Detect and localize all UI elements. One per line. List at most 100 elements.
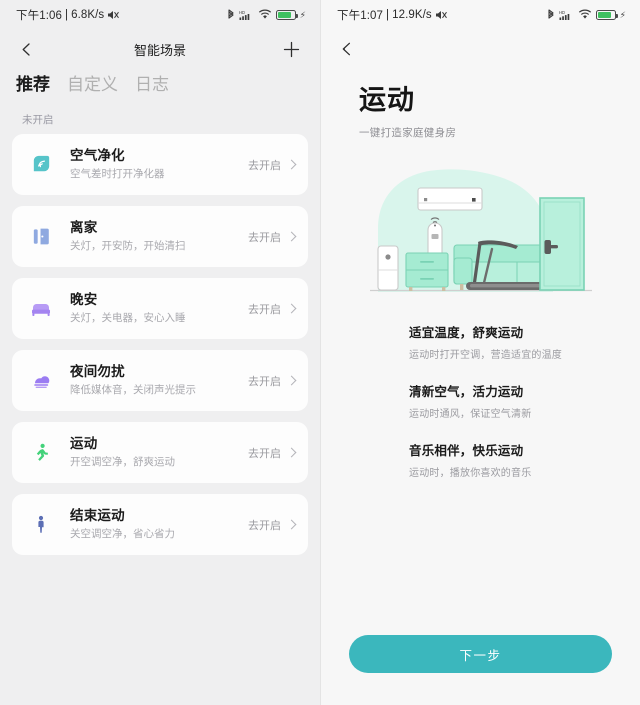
- detail-title: 运动: [359, 85, 415, 115]
- exercise-scene-detail-screen: 下午1:07 | 12.9K/s HD ⚡ 运动 一键打造家庭健身房 适宜温度，…: [320, 0, 640, 705]
- status-bar-left: 下午1:06 | 6.8K/s HD ⚡: [0, 0, 320, 30]
- scene-title: 晚安: [70, 292, 98, 308]
- feature-list: 适宜温度，舒爽运动 运动时打开空调，营造适宜的温度 清新空气，活力运动 运动时通…: [409, 300, 640, 479]
- scene-subtitle: 降低媒体音，关闭声光提示: [70, 384, 196, 397]
- scene-subtitle: 开空调空净，舒爽运动: [70, 456, 175, 469]
- scene-subtitle: 关灯，关电器，安心入睡: [70, 312, 186, 325]
- feature-item: 音乐相伴，快乐运动 运动时，播放你喜欢的音乐: [409, 440, 640, 479]
- scene-action-label: 去开启: [248, 447, 281, 460]
- moon-cloud-icon: [12, 369, 70, 393]
- battery-charging-icon: [595, 10, 618, 20]
- feature-desc: 运动时打开空调，营造适宜的温度: [409, 349, 562, 361]
- plus-icon: [283, 41, 299, 57]
- scene-enable-action[interactable]: 去开启: [248, 157, 297, 173]
- scene-subtitle: 关灯，开安防，开始清扫: [70, 240, 186, 253]
- chevron-right-icon: [286, 303, 297, 314]
- detail-subtitle: 一键打造家庭健身房: [359, 126, 457, 139]
- hd-signal-icon: HD: [559, 10, 569, 20]
- status-bar-right: 下午1:07 | 12.9K/s HD ⚡: [321, 0, 640, 30]
- status-netspeed: 6.8K/s: [71, 9, 105, 21]
- chevron-right-icon: [286, 519, 297, 530]
- scene-enable-action[interactable]: 去开启: [248, 229, 297, 245]
- scene-card-air-purification[interactable]: 空气净化 空气差时打开净化器 去开启: [12, 134, 308, 195]
- add-scene-button[interactable]: [276, 34, 306, 64]
- scene-card-exercise[interactable]: 运动 开空调空净，舒爽运动 去开启: [12, 422, 308, 483]
- scene-title: 结束运动: [70, 508, 125, 524]
- feature-title: 清新空气，活力运动: [409, 384, 524, 399]
- tab-bar: 推荐 自定义 日志: [0, 68, 320, 102]
- scene-list: 空气净化 空气差时打开净化器 去开启 离家 关灯，开安防，开始清扫 去开启 晚安…: [0, 134, 320, 705]
- scene-enable-action[interactable]: 去开启: [248, 517, 297, 533]
- scene-action-label: 去开启: [248, 519, 281, 532]
- scene-subtitle: 关空调空净，省心省力: [70, 528, 175, 541]
- tab-recommended[interactable]: 推荐: [16, 76, 50, 93]
- back-button-right[interactable]: [335, 34, 365, 64]
- bottom-action-bar: 下一步: [321, 635, 640, 705]
- section-header-not-enabled: 未开启: [22, 114, 54, 126]
- mute-icon: [108, 11, 120, 19]
- standing-person-icon: [12, 513, 70, 537]
- scene-text: 运动 开空调空净，舒爽运动: [70, 436, 248, 468]
- battery-charging-icon: [275, 10, 298, 20]
- chevron-right-icon: [286, 447, 297, 458]
- scene-title: 空气净化: [70, 148, 125, 164]
- scene-text: 晚安 关灯，关电器，安心入睡: [70, 292, 248, 324]
- scene-subtitle: 空气差时打开净化器: [70, 168, 165, 181]
- app-bar-right: [321, 30, 640, 68]
- scene-card-end-exercise[interactable]: 结束运动 关空调空净，省心省力 去开启: [12, 494, 308, 555]
- status-separator: |: [64, 9, 69, 21]
- app-bar-left: 智能场景: [0, 30, 320, 68]
- status-time: 下午1:07: [337, 10, 383, 22]
- scene-enable-action[interactable]: 去开启: [248, 445, 297, 461]
- feature-item: 适宜温度，舒爽运动 运动时打开空调，营造适宜的温度: [409, 322, 640, 361]
- list-bottom-space: [12, 566, 308, 705]
- charging-bolt-icon: ⚡: [299, 9, 306, 20]
- smart-scenes-screen: 下午1:06 | 6.8K/s HD ⚡ 智能场景 推荐 自定义 日志 未开启 …: [0, 0, 320, 705]
- scene-text: 离家 关灯，开安防，开始清扫: [70, 220, 248, 252]
- running-person-icon: [12, 441, 70, 465]
- status-bar-right-text: 下午1:07 | 12.9K/s: [337, 7, 448, 23]
- tab-custom[interactable]: 自定义: [67, 76, 118, 93]
- mute-icon: [435, 11, 447, 19]
- scene-card-night-dnd[interactable]: 夜间勿扰 降低媒体音，关闭声光提示 去开启: [12, 350, 308, 411]
- scene-card-leaving-home[interactable]: 离家 关灯，开安防，开始清扫 去开启: [12, 206, 308, 267]
- scene-action-label: 去开启: [248, 231, 281, 244]
- scene-action-label: 去开启: [248, 303, 281, 316]
- feature-desc: 运动时，播放你喜欢的音乐: [409, 467, 532, 479]
- bluetooth-icon: [548, 9, 554, 19]
- bluetooth-icon: [228, 9, 234, 19]
- door-leaving-icon: [12, 225, 70, 248]
- svg-text:HD: HD: [239, 10, 245, 15]
- detail-header: 运动 一键打造家庭健身房: [321, 68, 640, 140]
- status-netspeed: 12.9K/s: [392, 9, 432, 21]
- home-gym-room-illustration: [321, 150, 640, 300]
- scene-enable-action[interactable]: 去开启: [248, 301, 297, 317]
- svg-text:HD: HD: [559, 10, 565, 15]
- status-bar-left-text: 下午1:06 | 6.8K/s: [16, 7, 120, 23]
- feature-item: 清新空气，活力运动 运动时通风，保证空气清新: [409, 381, 640, 420]
- wifi-icon: [578, 9, 591, 19]
- charging-bolt-icon: ⚡: [619, 9, 626, 20]
- screenshot-root: 下午1:06 | 6.8K/s HD ⚡ 智能场景 推荐 自定义 日志 未开启 …: [0, 0, 640, 705]
- scene-title: 离家: [70, 220, 98, 236]
- scene-card-good-night[interactable]: 晚安 关灯，关电器，安心入睡 去开启: [12, 278, 308, 339]
- status-time: 下午1:06: [16, 10, 62, 22]
- scene-text: 夜间勿扰 降低媒体音，关闭声光提示: [70, 364, 248, 396]
- back-arrow-icon: [342, 42, 350, 56]
- scene-title: 夜间勿扰: [70, 364, 125, 380]
- scene-title: 运动: [70, 436, 98, 452]
- back-arrow-icon: [22, 42, 30, 56]
- next-step-button[interactable]: 下一步: [349, 635, 612, 673]
- bed-icon: [12, 297, 70, 321]
- feature-title: 适宜温度，舒爽运动: [409, 325, 524, 340]
- tab-logs[interactable]: 日志: [135, 76, 169, 93]
- back-button-left[interactable]: [14, 34, 44, 64]
- status-bar-icons-right: HD ⚡: [547, 9, 626, 21]
- hd-signal-icon: HD: [239, 10, 249, 20]
- scene-action-label: 去开启: [248, 375, 281, 388]
- chevron-right-icon: [286, 375, 297, 386]
- air-purifier-leaf-icon: [12, 153, 70, 176]
- chevron-right-icon: [286, 159, 297, 170]
- scene-enable-action[interactable]: 去开启: [248, 373, 297, 389]
- scene-text: 结束运动 关空调空净，省心省力: [70, 508, 248, 540]
